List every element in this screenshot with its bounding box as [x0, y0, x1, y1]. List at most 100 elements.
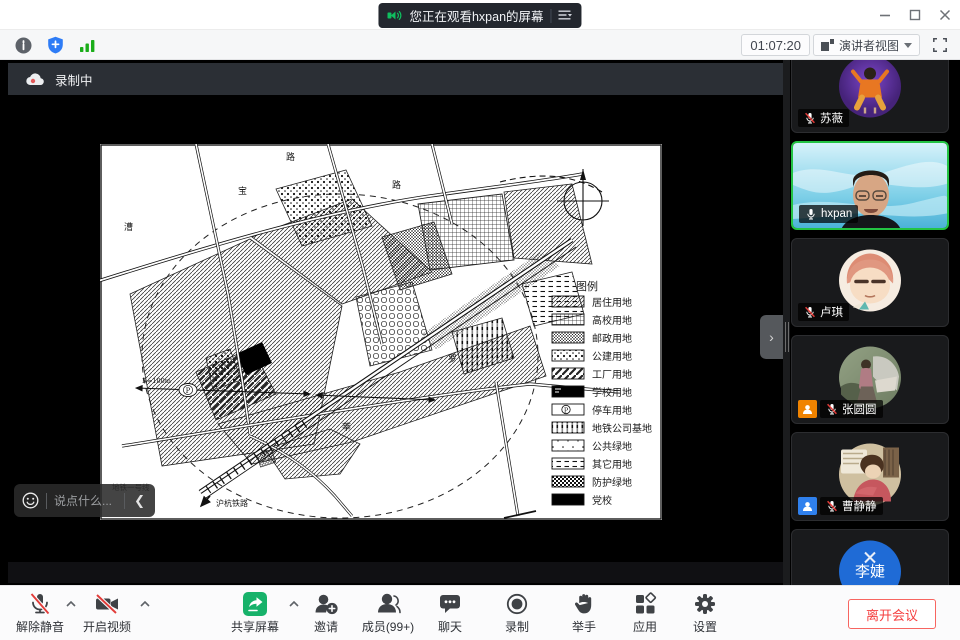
watching-banner[interactable]: 您正在观看hxpan的屏幕 — [378, 3, 581, 28]
meeting-topbar: 01:07:20 演讲者视图 — [0, 30, 960, 60]
svg-text:公建用地: 公建用地 — [592, 350, 632, 363]
svg-text:地铁公司基地: 地铁公司基地 — [592, 422, 652, 435]
members-icon — [375, 591, 401, 617]
chevron-up-icon — [140, 601, 150, 607]
apps-icon — [632, 591, 658, 617]
fullscreen-button[interactable] — [928, 34, 952, 56]
legend-item: 工厂用地 — [552, 368, 632, 381]
shared-screen-map: R=100m P 漕 宝 路 路 罗 莘 地铁一号线 沪杭铁路 — [100, 144, 662, 520]
settings-button[interactable]: 设置 — [660, 591, 750, 635]
maximize-button[interactable] — [898, 0, 932, 30]
watching-text: 您正在观看hxpan的屏幕 — [409, 6, 543, 25]
camera-off-icon — [93, 591, 121, 617]
video-options-caret[interactable] — [138, 598, 152, 610]
speaker-icon — [387, 9, 402, 22]
svg-text:党校: 党校 — [592, 494, 612, 507]
participant-tile-caojingjing[interactable]: 曹静静 — [791, 432, 949, 521]
participant-tile-luqi[interactable]: 卢琪 — [791, 238, 949, 327]
network-quality-button[interactable] — [74, 33, 100, 57]
raise-hand-icon — [571, 591, 597, 617]
legend-title: 图例 — [576, 279, 598, 293]
view-mode-label: 演讲者视图 — [839, 37, 899, 54]
mic-muted-icon — [27, 591, 53, 617]
svg-text:宝: 宝 — [238, 185, 247, 197]
fullscreen-icon — [933, 38, 947, 52]
svg-text:P: P — [564, 406, 569, 414]
person-icon — [802, 404, 813, 415]
pill-divider — [551, 9, 552, 23]
legend-item: 地铁公司基地 — [552, 422, 652, 435]
chevron-down-icon — [904, 43, 912, 48]
chat-icon — [437, 591, 463, 617]
svg-text:邮政用地: 邮政用地 — [592, 332, 632, 345]
view-mode-button[interactable]: 演讲者视图 — [813, 34, 920, 56]
share-bottom-band — [8, 562, 783, 583]
svg-text:学校用地: 学校用地 — [592, 386, 632, 399]
legend-item: 公共绿地 — [552, 440, 632, 453]
cloud-recording-icon — [26, 72, 45, 86]
layout-icon — [821, 39, 834, 51]
avatar: 李婕 — [839, 541, 901, 586]
participant-tile-hxpan[interactable]: hxpan — [791, 141, 949, 230]
mic-on-icon — [805, 208, 817, 220]
chat-quick-bar[interactable]: 说点什么... ❮ — [14, 484, 155, 517]
svg-text:防护绿地: 防护绿地 — [592, 476, 632, 489]
railway-label: 沪杭铁路 — [216, 498, 248, 508]
participant-name: 卢琪 — [820, 304, 843, 320]
mic-muted-icon — [826, 403, 838, 415]
close-icon — [939, 9, 951, 21]
svg-text:公共绿地: 公共绿地 — [592, 440, 632, 453]
chevron-left-icon[interactable]: ❮ — [132, 493, 147, 509]
minimize-icon — [879, 9, 891, 21]
close-button[interactable] — [928, 0, 960, 30]
legend-item: 防护绿地 — [552, 476, 632, 489]
svg-text:工厂用地: 工厂用地 — [592, 368, 632, 381]
leave-meeting-button[interactable]: 离开会议 — [848, 599, 936, 629]
role-badge-orange — [798, 400, 817, 418]
sidebar-divider[interactable] — [783, 60, 790, 585]
participant-name: 张圆圆 — [842, 401, 877, 417]
legend-item: 公建用地 — [552, 350, 632, 363]
minimize-button[interactable] — [868, 0, 902, 30]
svg-text:莘: 莘 — [342, 421, 351, 433]
svg-text:路: 路 — [286, 151, 295, 163]
legend-item: 邮政用地 — [552, 332, 632, 345]
chat-input[interactable]: 说点什么... — [54, 492, 117, 509]
record-icon — [504, 591, 530, 617]
security-button[interactable] — [42, 33, 68, 57]
svg-text:李婕: 李婕 — [855, 564, 885, 581]
scale-label: R=100m — [142, 377, 171, 385]
person-icon — [802, 501, 813, 512]
participant-tile-zhangyuanyuan[interactable]: 张圆圆 — [791, 335, 949, 424]
parking-marker: P — [179, 384, 197, 397]
participant-tile-lijie[interactable]: 李婕 — [791, 529, 949, 585]
meeting-info-button[interactable] — [10, 33, 36, 57]
legend-item: 居住用地 — [552, 296, 632, 309]
legend-item: P 停车用地 — [552, 404, 632, 417]
svg-text:居住用地: 居住用地 — [592, 296, 632, 309]
info-icon — [15, 37, 32, 54]
emoji-icon[interactable] — [22, 492, 39, 509]
legend-item: 党校 — [552, 494, 612, 507]
role-badge-blue — [798, 497, 817, 515]
participants-sidebar: 苏薇 — [790, 60, 960, 585]
signal-bars-icon — [79, 38, 96, 53]
svg-text:停车用地: 停车用地 — [592, 404, 632, 417]
banner-menu-icon[interactable] — [559, 10, 573, 21]
shield-plus-icon — [47, 36, 64, 54]
mic-muted-icon — [804, 306, 816, 318]
maximize-icon — [909, 9, 921, 21]
participant-tile-suwei[interactable]: 苏薇 — [791, 60, 949, 133]
sidebar-collapse-handle[interactable]: › — [760, 315, 783, 359]
planning-map: R=100m P 漕 宝 路 路 罗 莘 地铁一号线 沪杭铁路 — [100, 144, 662, 520]
meeting-timer: 01:07:20 — [741, 34, 810, 56]
legend-item: 其它用地 — [552, 458, 632, 471]
svg-text:漕: 漕 — [124, 221, 133, 233]
recording-banner: 录制中 — [8, 63, 783, 95]
participant-name: 曹静静 — [842, 498, 877, 514]
mic-muted-icon — [826, 500, 838, 512]
invite-icon — [313, 591, 339, 617]
svg-text:高校用地: 高校用地 — [592, 314, 632, 327]
gear-icon — [692, 591, 718, 617]
main-stage: 录制中 — [0, 60, 960, 585]
